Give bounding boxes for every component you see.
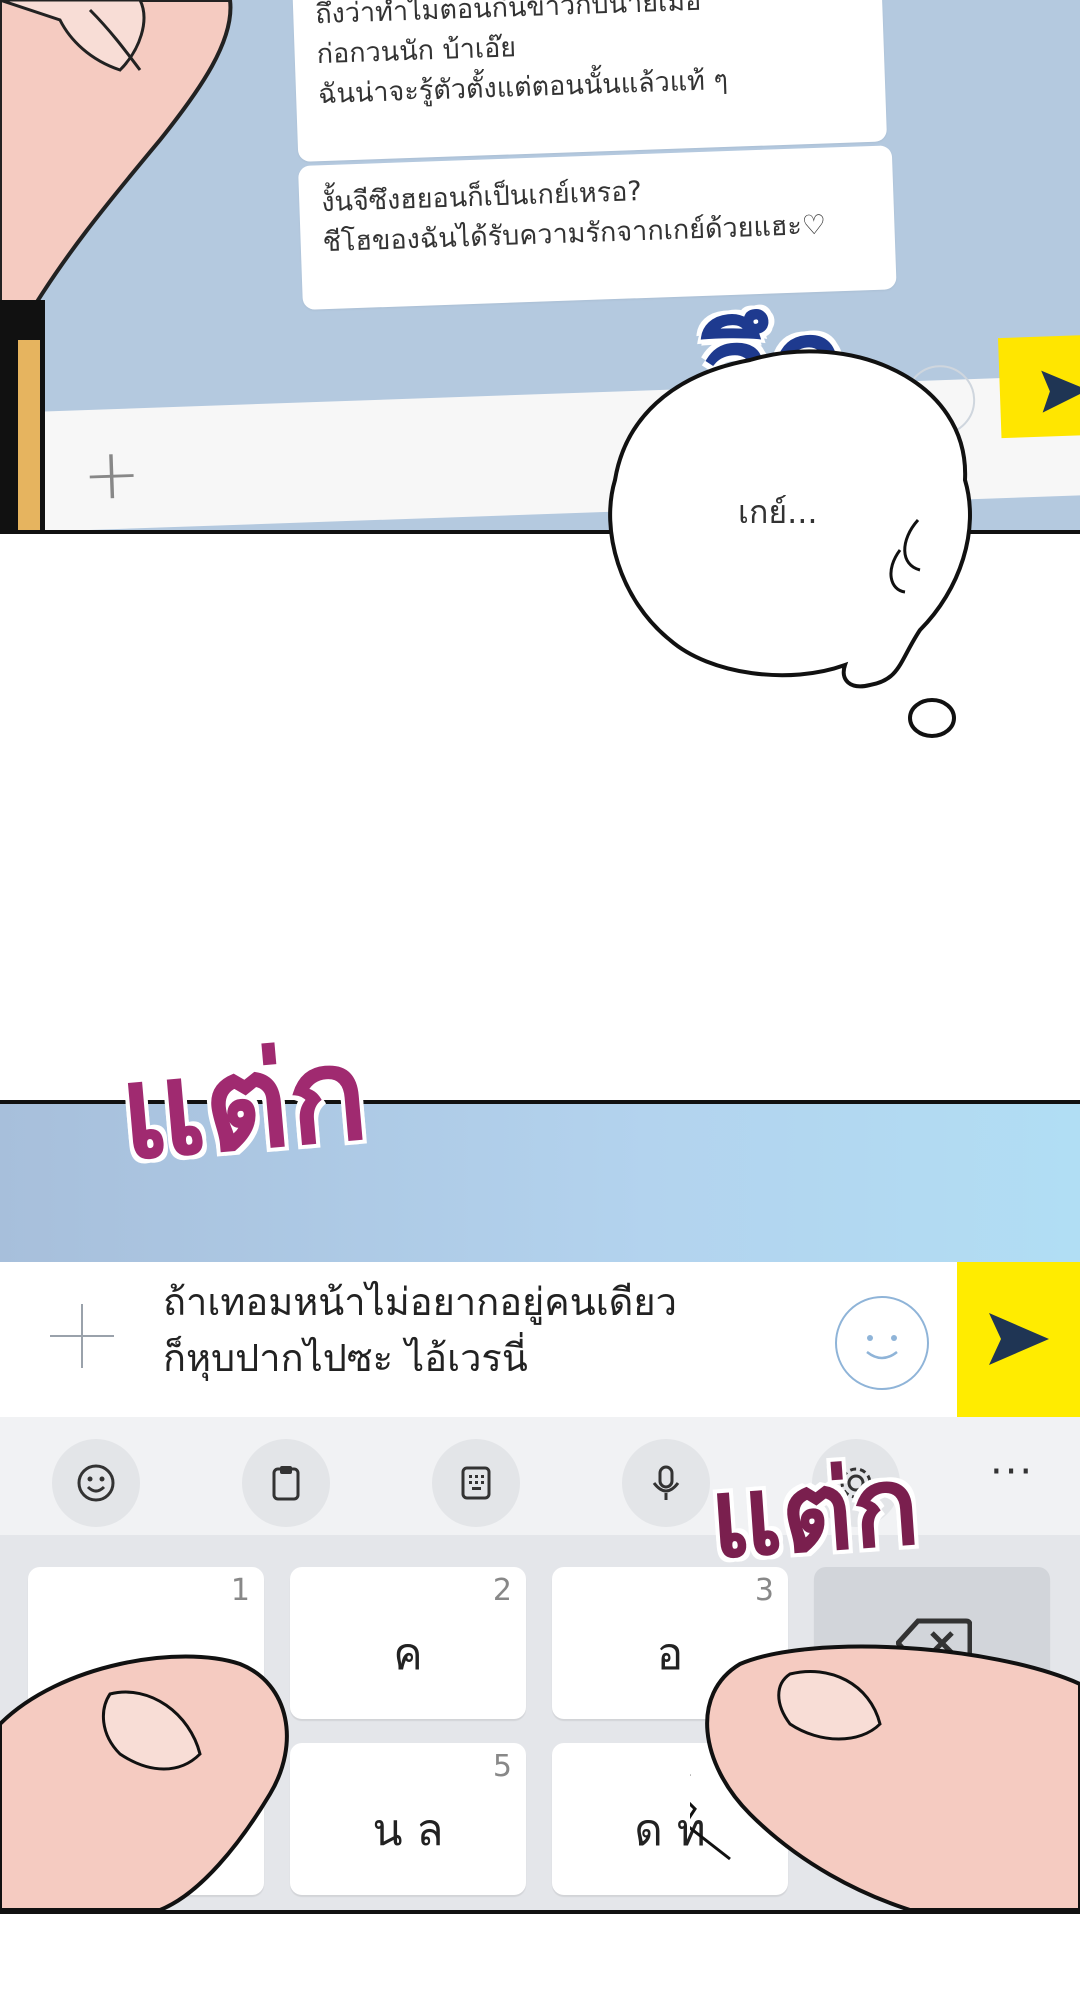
key-number: 2 <box>492 1573 512 1608</box>
key-label: น ล <box>372 1805 444 1856</box>
emoji-icon[interactable] <box>52 1439 140 1527</box>
send-button[interactable] <box>998 333 1080 439</box>
smile-face-icon <box>866 1335 898 1360</box>
right-thumb <box>690 1644 1080 1910</box>
left-thumb <box>0 1654 289 1910</box>
chat-message-1: ถึงว่าทำไมตอนกินข้าวกับนายเมื่อ ก่อกวนนั… <box>292 0 888 162</box>
emoji-icon[interactable] <box>835 1296 929 1390</box>
send-icon <box>989 1313 1049 1365</box>
hand-holding-phone <box>0 0 233 530</box>
mic-icon[interactable] <box>622 1439 710 1527</box>
key-5[interactable]: 5 น ล <box>290 1743 526 1895</box>
more-options-icon[interactable]: ··· <box>990 1449 1034 1495</box>
key-number: 5 <box>492 1749 512 1784</box>
message-input[interactable]: ถ้าเทอมหน้าไม่อยากอยู่คนเดียว ก็หุบปากไป… <box>163 1274 677 1386</box>
add-attachment-icon[interactable] <box>50 1304 114 1368</box>
thought-bubble <box>608 349 972 738</box>
key-2[interactable]: 2 ค <box>290 1567 526 1719</box>
keypad-icon[interactable] <box>432 1439 520 1527</box>
clipboard-icon[interactable] <box>242 1439 330 1527</box>
message-input-row: ถ้าเทอมหน้าไม่อยากอยู่คนเดียว ก็หุบปากไป… <box>0 1262 1080 1417</box>
sfx-taek-2: แต่ก <box>705 1440 924 1584</box>
typed-line-2: ก็หุบปากไปซะ ไอ้เวรนี่ <box>163 1336 528 1380</box>
send-button[interactable] <box>957 1262 1080 1417</box>
typed-line-1: ถ้าเทอมหน้าไม่อยากอยู่คนเดียว <box>163 1280 677 1324</box>
send-icon <box>1041 370 1080 413</box>
thought-text: เกย์... <box>738 493 818 531</box>
sfx-taek-1: แต่ก <box>113 1016 374 1190</box>
key-number: 1 <box>230 1573 250 1608</box>
key-label: ค <box>393 1629 423 1680</box>
